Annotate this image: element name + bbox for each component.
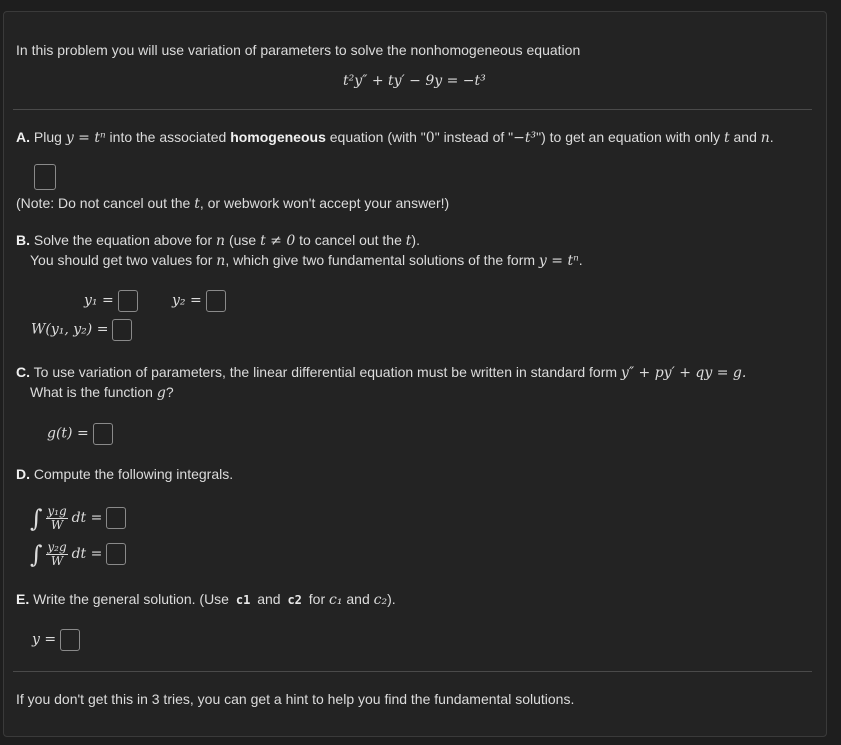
hint-text: If you don't get this in 3 tries, you ca…: [16, 691, 575, 707]
part-e-text: Write the general solution. (Use: [33, 591, 229, 607]
part-e-text: ).: [387, 591, 396, 607]
part-a-text: .: [769, 129, 774, 145]
part-a-note: (Note: Do not cancel out the t, or webwo…: [16, 194, 449, 213]
part-a-label: A.: [16, 129, 30, 145]
part-a-math: t: [723, 130, 730, 146]
part-c-text: ?: [165, 384, 174, 400]
integral-sign-icon: ∫: [30, 540, 43, 569]
g-label: g(t) =: [47, 425, 89, 442]
part-b-line1: B. Solve the equation above for n (use t…: [16, 231, 420, 250]
part-a-math: n: [760, 130, 770, 146]
part-e-math: c₁: [329, 592, 343, 608]
part-e-text: and: [257, 591, 281, 607]
integral-2: ∫ y₂g W dt =: [30, 538, 127, 569]
part-e-math: c₂: [373, 592, 388, 608]
general-solution-input[interactable]: [59, 629, 80, 651]
part-a-text: ") to get an equation with only: [536, 129, 721, 145]
divider-top: [13, 109, 812, 110]
note-text: , or webwork won't accept your answer!): [199, 195, 450, 211]
part-c-math: y″ + py′ + qy = g.: [620, 365, 747, 381]
part-c-math: g: [156, 385, 166, 401]
part-b-text: Solve the equation above for: [33, 232, 213, 248]
divider-bottom: [13, 671, 812, 672]
code-c2: c2: [287, 593, 302, 607]
part-a-bold: homogeneous: [230, 129, 326, 145]
y1-label: y₁ =: [84, 292, 114, 309]
part-a-text: " instead of ": [434, 129, 514, 145]
integral-1: ∫ y₁g W dt =: [30, 502, 127, 533]
part-e-text: for: [308, 591, 326, 607]
part-a-text: and: [733, 129, 757, 145]
part-c-text: To use variation of parameters, the line…: [33, 364, 618, 380]
intro-text: In this problem you will use variation o…: [16, 42, 581, 58]
note-text: (Note: Do not cancel out the: [16, 195, 191, 211]
integral-1-input[interactable]: [106, 507, 127, 530]
part-d-line: D. Compute the following integrals.: [16, 465, 233, 483]
part-a-math: 0: [425, 130, 435, 146]
part-a-line: A. Plug y = tⁿ into the associated homog…: [16, 128, 774, 147]
part-b-text: ).: [411, 232, 420, 248]
part-b-text: to cancel out the: [299, 232, 402, 248]
part-d-label: D.: [16, 466, 30, 482]
general-solution-label: y =: [32, 631, 57, 648]
part-e-line: E. Write the general solution. (Use c1 a…: [16, 590, 396, 609]
part-b-text: (use: [228, 232, 257, 248]
fraction-denominator: W: [50, 517, 64, 532]
integral-1-fraction: y₁g W: [46, 503, 68, 532]
part-e-label: E.: [16, 591, 30, 607]
g-input[interactable]: [92, 423, 113, 445]
wronskian-input[interactable]: [112, 319, 133, 341]
part-a-text: Plug: [33, 129, 62, 145]
part-c-line2: What is the function g?: [30, 383, 174, 402]
part-c-line1: C. To use variation of parameters, the l…: [16, 363, 746, 382]
wronskian-label: W(y₁, y₂) =: [31, 321, 109, 338]
y1-input[interactable]: [117, 290, 138, 312]
part-d-text: Compute the following integrals.: [33, 466, 234, 482]
y2-input[interactable]: [205, 290, 226, 312]
fraction-numerator: y₂g: [46, 539, 68, 555]
part-c-text: What is the function: [30, 384, 153, 400]
intro-equation: t²y″ + ty′ − 9y = −t³: [343, 73, 486, 89]
part-b-text: You should get two values for: [30, 252, 213, 268]
part-b-math: n: [216, 253, 226, 269]
fraction-denominator: W: [50, 553, 64, 568]
integral-2-fraction: y₂g W: [46, 539, 68, 568]
part-b-math: t ≠ 0: [260, 233, 296, 249]
part-a-text: equation (with ": [329, 129, 426, 145]
part-b-math: n: [216, 233, 226, 249]
part-c-label: C.: [16, 364, 30, 380]
integral-sign-icon: ∫: [30, 504, 43, 533]
y2-label: y₂ =: [172, 292, 202, 309]
part-a-math: −t³: [513, 130, 537, 146]
integral-dt: dt =: [71, 546, 103, 562]
integral-2-input[interactable]: [106, 543, 127, 566]
part-a-math: y = tⁿ: [65, 130, 106, 146]
part-b-text: , which give two fundamental solutions o…: [225, 252, 536, 268]
part-b-math: y = tⁿ: [538, 253, 579, 269]
part-b-label: B.: [16, 232, 30, 248]
answer-a-input[interactable]: [34, 164, 56, 190]
part-b-text: .: [578, 252, 583, 268]
part-a-text: into the associated: [109, 129, 227, 145]
part-b-line2: You should get two values for n, which g…: [30, 251, 583, 270]
code-c1: c1: [235, 593, 251, 607]
integral-dt: dt =: [71, 510, 103, 526]
fraction-numerator: y₁g: [46, 503, 68, 519]
part-e-text: and: [346, 591, 370, 607]
